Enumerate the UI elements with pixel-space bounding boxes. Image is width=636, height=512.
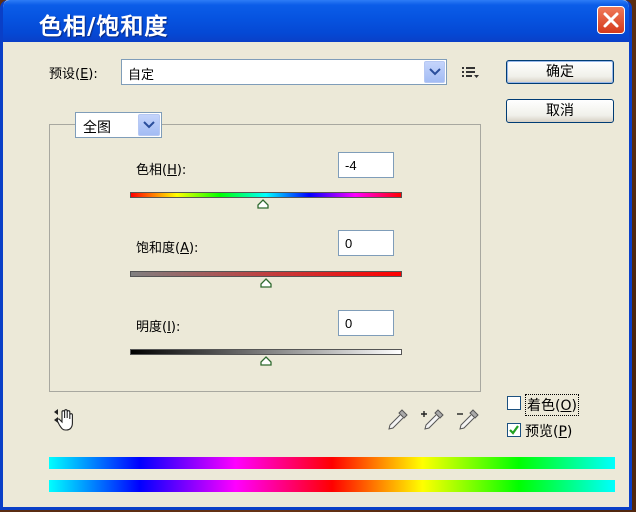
close-button[interactable] bbox=[597, 6, 625, 34]
preview-checkbox[interactable] bbox=[507, 423, 521, 437]
lightness-slider-thumb[interactable] bbox=[260, 356, 272, 366]
preset-dropdown-button[interactable] bbox=[424, 61, 445, 83]
saturation-input[interactable] bbox=[338, 230, 394, 256]
eyedropper-minus-icon[interactable] bbox=[456, 408, 480, 432]
hue-slider-thumb[interactable] bbox=[257, 199, 269, 209]
hue-input[interactable] bbox=[338, 152, 394, 178]
hand-adjust-icon[interactable] bbox=[53, 408, 77, 432]
preset-options-icon[interactable] bbox=[462, 66, 480, 80]
output-color-bar bbox=[49, 480, 615, 492]
lightness-input[interactable] bbox=[338, 310, 394, 336]
chevron-down-icon bbox=[429, 68, 441, 76]
dialog-body: 预设(E): 自定 确定 取消 全图 色相(H): -4 饱和度(A): 0 明… bbox=[3, 42, 629, 507]
preset-value: 自定 bbox=[128, 68, 155, 83]
hue-slider-track[interactable] bbox=[130, 192, 402, 198]
chevron-down-icon bbox=[143, 121, 155, 129]
saturation-label: 饱和度(A): bbox=[136, 241, 199, 256]
edit-range-select[interactable]: 全图 bbox=[75, 112, 162, 138]
edit-range-dropdown-button[interactable] bbox=[138, 114, 160, 136]
hue-saturation-dialog: 色相/饱和度 预设(E): 自定 确定 取消 全图 色相(H): -4 饱和度(… bbox=[0, 0, 632, 510]
preview-label[interactable]: 预览(P) bbox=[525, 421, 572, 441]
input-color-bar bbox=[49, 457, 615, 469]
close-icon bbox=[603, 12, 619, 28]
lightness-label: 明度(I): bbox=[136, 320, 181, 335]
edit-range-value: 全图 bbox=[83, 120, 111, 136]
eyedropper-icon[interactable] bbox=[387, 408, 409, 432]
preset-select[interactable]: 自定 bbox=[121, 59, 447, 85]
colorize-checkbox[interactable] bbox=[507, 396, 521, 410]
colorize-label[interactable]: 着色(O) bbox=[525, 394, 579, 416]
dialog-title: 色相/饱和度 bbox=[39, 14, 169, 40]
title-bar[interactable]: 色相/饱和度 bbox=[3, 0, 629, 42]
lightness-slider-track[interactable] bbox=[130, 349, 402, 355]
preset-label: 预设(E): bbox=[49, 67, 98, 82]
checkmark-icon bbox=[509, 425, 519, 435]
saturation-slider-track[interactable] bbox=[130, 271, 402, 277]
saturation-slider-thumb[interactable] bbox=[260, 278, 272, 288]
hue-label: 色相(H): bbox=[136, 163, 187, 178]
eyedropper-plus-icon[interactable] bbox=[421, 408, 445, 432]
ok-button[interactable]: 确定 bbox=[506, 60, 614, 84]
cancel-button[interactable]: 取消 bbox=[506, 99, 614, 123]
